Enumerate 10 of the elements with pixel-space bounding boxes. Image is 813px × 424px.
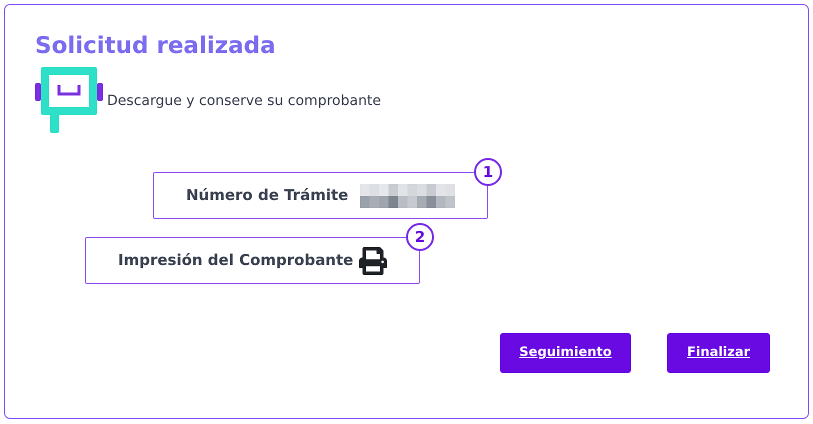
step-badge: 1 bbox=[474, 158, 502, 186]
info-label: Impresión del Comprobante bbox=[118, 250, 354, 272]
action-button[interactable]: Finalizar bbox=[667, 333, 770, 373]
robot-logo-icon bbox=[35, 67, 103, 133]
subtitle: Descargue y conserve su comprobante bbox=[107, 92, 382, 110]
page-title: Solicitud realizada bbox=[35, 32, 277, 61]
step-badge: 2 bbox=[406, 223, 434, 251]
printer-icon[interactable] bbox=[359, 246, 387, 274]
action-button[interactable]: Seguimiento bbox=[500, 333, 631, 373]
info-label: Número de Trámite bbox=[186, 185, 348, 206]
